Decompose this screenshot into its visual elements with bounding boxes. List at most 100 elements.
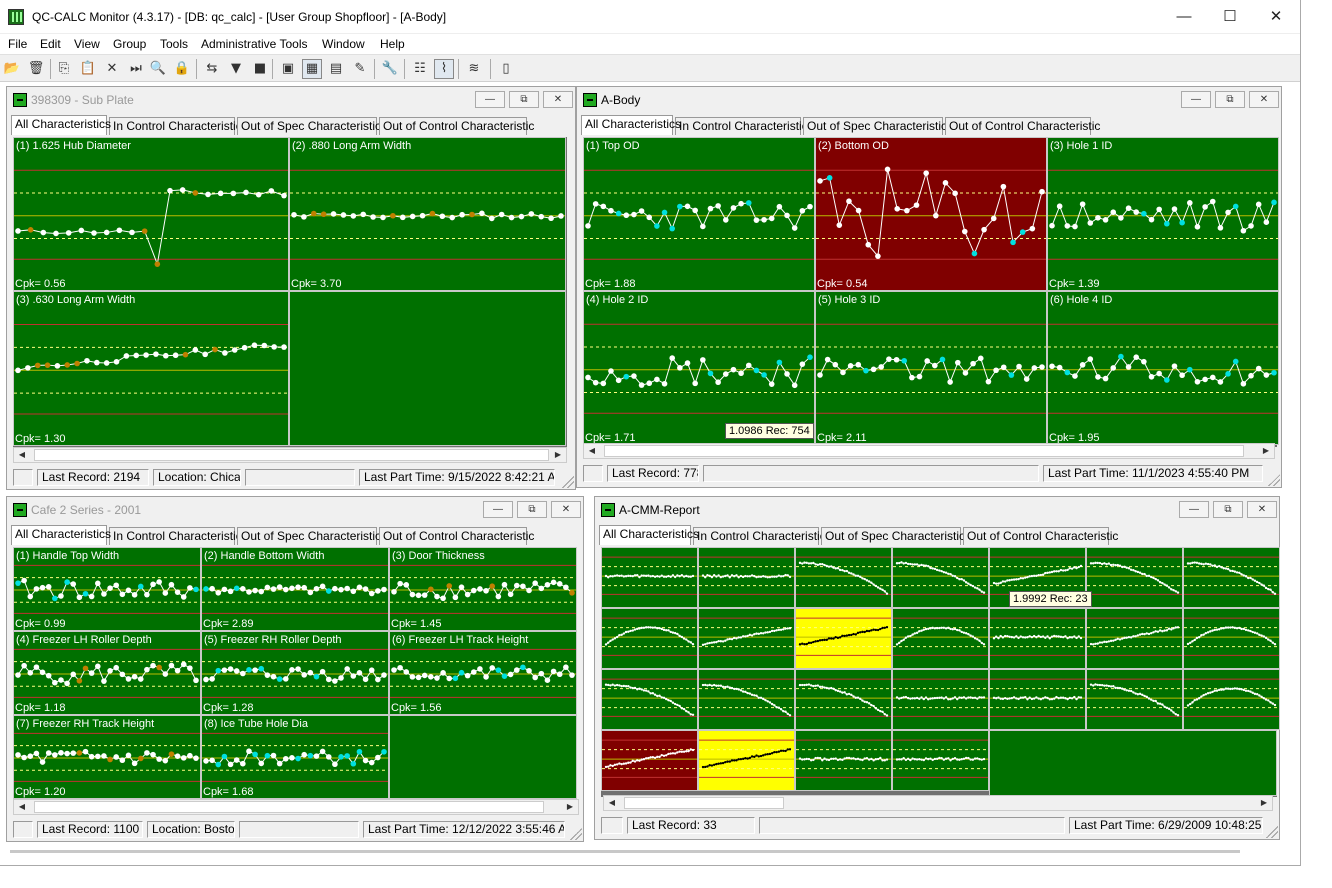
mdi-restore-button[interactable]: ⧉	[1215, 91, 1245, 108]
scroll-right-arrow-icon[interactable]: ▶	[562, 800, 578, 814]
mdi-title-bar[interactable]: A-CMM-Report — ⧉ ✕	[595, 497, 1279, 523]
chart-cell[interactable]: (1) 1.625 Hub Diameter Cpk= 0.56	[13, 137, 289, 291]
chart-horizontal-scrollbar[interactable]: ◀ ▶	[583, 443, 1275, 459]
chart-cell[interactable]	[795, 608, 892, 669]
tab-in-control[interactable]: In Control Characteristic	[109, 117, 242, 135]
chart-cell[interactable]	[989, 730, 1277, 796]
mdi-close-button[interactable]: ✕	[1247, 501, 1277, 518]
scroll-left-arrow-icon[interactable]: ◀	[584, 444, 600, 458]
chart-cell[interactable]	[892, 547, 989, 608]
tab-out-of-control[interactable]: Out of Control Characteristic	[945, 117, 1100, 135]
open-folder-icon[interactable]: 📂	[2, 59, 22, 79]
chart-cell[interactable]	[795, 730, 892, 791]
chart-horizontal-scrollbar[interactable]: ◀ ▶	[13, 447, 567, 463]
window-cafe-2-series[interactable]: Cafe 2 Series - 2001— ⧉ ✕ All Characteristi…	[6, 496, 584, 842]
menu-help[interactable]: Help	[380, 37, 405, 51]
mdi-title-bar[interactable]: Cafe 2 Series - 2001— ⧉ ✕	[7, 497, 583, 523]
tab-out-of-spec[interactable]: Out of Spec Characteristics	[803, 117, 953, 135]
scroll-left-arrow-icon[interactable]: ◀	[604, 796, 620, 810]
control-chart-icon[interactable]: ⌇	[434, 59, 454, 79]
stop-icon[interactable]: ■	[250, 59, 270, 79]
paste-icon[interactable]: 📋	[78, 59, 98, 79]
chart-cell[interactable]: (5) Hole 3 ID Cpk= 2.11	[815, 291, 1047, 445]
chart-cell[interactable]	[601, 669, 698, 730]
chart-cell[interactable]: (7) Freezer RH Track Height Cpk= 1.20	[13, 715, 201, 799]
chart-cell[interactable]	[795, 547, 892, 608]
tab-out-of-spec[interactable]: Out of Spec Characteristics	[237, 527, 387, 545]
tab-in-control[interactable]: In Control Characteristic	[693, 527, 826, 545]
resize-grip-icon[interactable]	[570, 828, 582, 840]
tab-out-of-spec[interactable]: Out of Spec Characteristics	[821, 527, 971, 545]
monitor-chart-icon[interactable]: ▦	[302, 59, 322, 79]
scroll-thumb[interactable]	[604, 445, 1244, 457]
import-icon[interactable]: ⇆	[202, 59, 222, 79]
chart-cell[interactable]	[601, 547, 698, 608]
chart-cell[interactable]	[1183, 608, 1280, 669]
tab-in-control[interactable]: In Control Characteristic	[109, 527, 242, 545]
chart-cell[interactable]	[1086, 608, 1183, 669]
mdi-minimize-button[interactable]: —	[475, 91, 505, 108]
chart-cell[interactable]	[698, 669, 795, 730]
menu-tools[interactable]: Tools	[160, 37, 188, 51]
page-icon[interactable]: ▯	[496, 59, 516, 79]
chart-cell[interactable]	[892, 730, 989, 791]
chart-cell[interactable]: (2) Handle Bottom Width Cpk= 2.89	[201, 547, 389, 631]
chart-horizontal-scrollbar[interactable]: ◀ ▶	[13, 799, 579, 815]
resize-grip-icon[interactable]	[562, 476, 574, 488]
menu-group[interactable]: Group	[113, 37, 146, 51]
image-chart-icon[interactable]: ▣	[278, 59, 298, 79]
mdi-close-button[interactable]: ✕	[543, 91, 573, 108]
cut-x-icon[interactable]: ✕	[102, 59, 122, 79]
lock-icon[interactable]: 🔒	[172, 59, 192, 79]
scroll-right-arrow-icon[interactable]: ▶	[1258, 444, 1274, 458]
minimize-button[interactable]: —	[1161, 0, 1207, 34]
mdi-restore-button[interactable]: ⧉	[517, 501, 547, 518]
chart-cell[interactable]: (4) Hole 2 ID Cpk= 1.71	[583, 291, 815, 445]
tab-all[interactable]: All Characteristics	[11, 525, 111, 545]
chart-cell[interactable]: (8) Ice Tube Hole Dia Cpk= 1.68	[201, 715, 389, 799]
delete-icon[interactable]: 🗑	[26, 59, 46, 79]
step-icon[interactable]: ⏭	[126, 59, 146, 79]
preview-icon[interactable]: 🔍	[148, 59, 168, 79]
menu-edit[interactable]: Edit	[40, 37, 61, 51]
chart-cell[interactable]	[601, 730, 698, 791]
menu-window[interactable]: Window	[322, 37, 365, 51]
mdi-restore-button[interactable]: ⧉	[1213, 501, 1243, 518]
wrench-icon[interactable]: 🔧	[380, 59, 400, 79]
chart-cell[interactable]: (1) Top OD Cpk= 1.88	[583, 137, 815, 291]
chart-cell[interactable]	[989, 608, 1086, 669]
chart-cell[interactable]: (3) .630 Long Arm Width Cpk= 1.30	[13, 291, 289, 446]
green-chart-icon[interactable]: ≋	[464, 59, 484, 79]
filter-icon[interactable]: ▼	[226, 59, 246, 79]
scroll-thumb[interactable]	[624, 797, 784, 809]
chart-cell[interactable]: (3) Hole 1 ID Cpk= 1.39	[1047, 137, 1279, 291]
calculator-icon[interactable]: ▤	[326, 59, 346, 79]
chart-cell[interactable]	[698, 730, 795, 791]
copy-icon[interactable]: ⎘	[54, 59, 74, 79]
mdi-restore-button[interactable]: ⧉	[509, 91, 539, 108]
scroll-right-arrow-icon[interactable]: ▶	[1256, 796, 1272, 810]
scroll-right-arrow-icon[interactable]: ▶	[550, 448, 566, 462]
window-a-cmm-report[interactable]: A-CMM-Report — ⧉ ✕ All Characteristics In Con…	[594, 496, 1280, 840]
menu-file[interactable]: File	[8, 37, 27, 51]
tab-out-of-spec[interactable]: Out of Spec Characteristics	[237, 117, 387, 135]
resize-grip-icon[interactable]	[1266, 826, 1278, 838]
resize-grip-icon[interactable]	[1268, 474, 1280, 486]
tab-out-of-control[interactable]: Out of Control Characteristic	[963, 527, 1118, 545]
menu-administrative-tools[interactable]: Administrative Tools	[201, 37, 308, 51]
notes-icon[interactable]: ✎	[350, 59, 370, 79]
chart-horizontal-scrollbar[interactable]: ◀ ▶	[603, 795, 1273, 811]
chart-cell[interactable]	[1086, 669, 1183, 730]
chart-cell[interactable]	[892, 608, 989, 669]
chart-cell[interactable]	[698, 547, 795, 608]
tab-out-of-control[interactable]: Out of Control Characteristic	[379, 117, 534, 135]
scroll-left-arrow-icon[interactable]: ◀	[14, 448, 30, 462]
chart-cell[interactable]	[389, 715, 577, 799]
close-button[interactable]: ✕	[1253, 0, 1299, 34]
tab-all[interactable]: All Characteristics	[599, 525, 699, 545]
chart-cell[interactable]: (2) .880 Long Arm Width Cpk= 3.70	[289, 137, 566, 291]
window-a-body[interactable]: A-Body — ⧉ ✕ All Characteristics In Control C…	[576, 86, 1282, 488]
mdi-minimize-button[interactable]: —	[483, 501, 513, 518]
mdi-title-bar[interactable]: 398309 - Sub Plate — ⧉ ✕	[7, 87, 575, 113]
chart-cell[interactable]	[989, 669, 1086, 730]
